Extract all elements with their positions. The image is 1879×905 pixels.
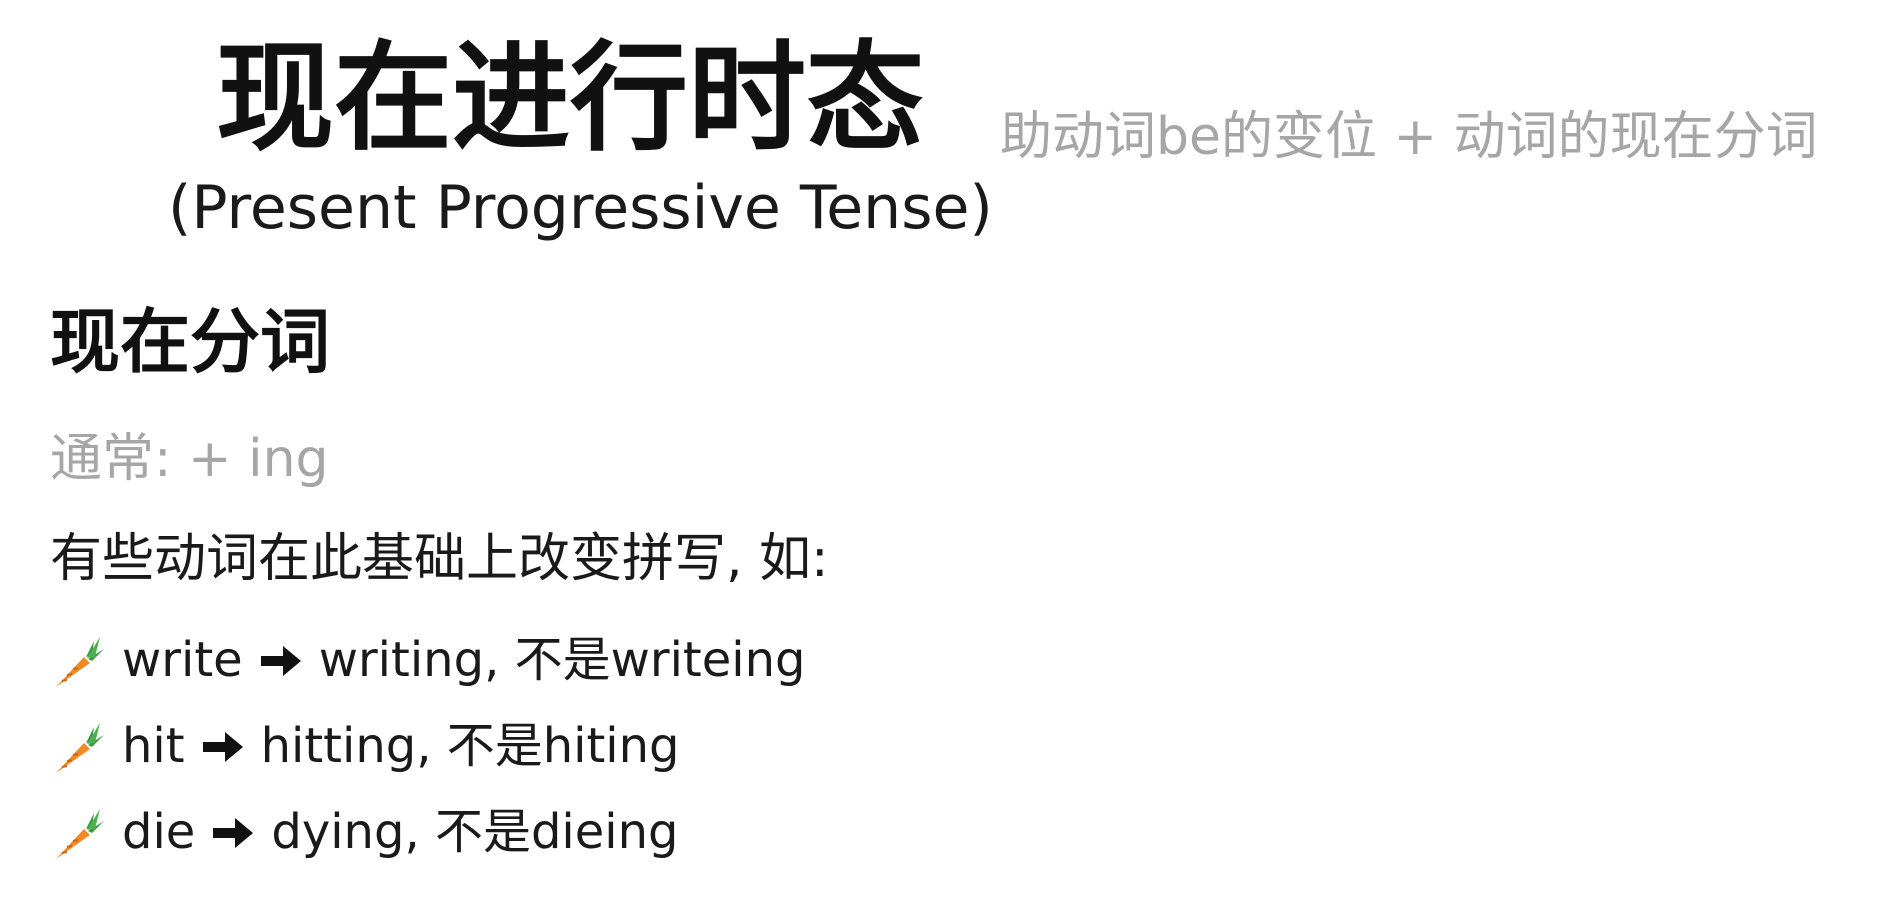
page-subtitle: (Present Progressive Tense) bbox=[168, 173, 993, 243]
participle-form: dying, 不是dieing bbox=[271, 804, 679, 861]
general-rule: 通常: + ing bbox=[50, 429, 329, 489]
spelling-change-note: 有些动词在此基础上改变拼写, 如: bbox=[50, 529, 829, 589]
carrot-icon bbox=[50, 717, 122, 777]
right-arrow-icon bbox=[259, 643, 303, 679]
list-item: hit hitting, 不是hiting bbox=[50, 704, 806, 790]
base-verb: die bbox=[122, 804, 196, 861]
participle-form: writing, 不是writeing bbox=[318, 632, 806, 689]
list-item: die dying, 不是dieing bbox=[50, 790, 806, 876]
participle-form: hitting, 不是hiting bbox=[260, 718, 680, 775]
example-list: write writing, 不是writeing hit hitting, 不… bbox=[50, 618, 806, 876]
page-title: 现在进行时态 bbox=[215, 28, 924, 167]
base-verb: write bbox=[122, 632, 243, 689]
tense-formula: 助动词be的变位 + 动词的现在分词 bbox=[1000, 107, 1818, 167]
carrot-icon bbox=[50, 631, 122, 691]
right-arrow-icon bbox=[201, 729, 245, 765]
list-item: write writing, 不是writeing bbox=[50, 618, 806, 704]
carrot-icon bbox=[50, 803, 122, 863]
right-arrow-icon bbox=[211, 815, 255, 851]
base-verb: hit bbox=[122, 718, 185, 775]
section-heading: 现在分词 bbox=[50, 300, 330, 383]
